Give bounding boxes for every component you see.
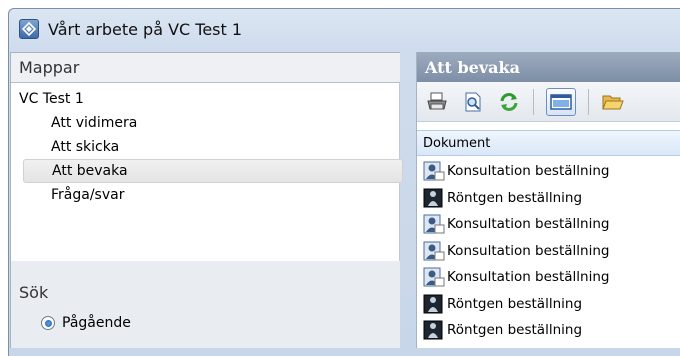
documents-pane: Att bevaka Dokument Konsultation beställ… xyxy=(416,52,680,348)
title-bar[interactable]: Vårt arbete på VC Test 1 xyxy=(9,9,680,49)
toolbar-separator xyxy=(533,88,534,115)
list-item[interactable]: Röntgen beställning xyxy=(417,185,680,212)
tree-item-att-vidimera[interactable]: Att vidimera xyxy=(51,111,137,135)
window-title: Vårt arbete på VC Test 1 xyxy=(48,19,243,39)
tree-item-att-skicka[interactable]: Att skicka xyxy=(51,135,119,159)
consultation-doc-icon xyxy=(423,241,445,261)
document-list: Konsultation beställning Röntgen beställ… xyxy=(417,156,680,344)
document-label: Röntgen beställning xyxy=(447,322,583,339)
list-item[interactable]: Röntgen beställning xyxy=(417,291,680,318)
list-item[interactable]: Konsultation beställning xyxy=(417,238,680,265)
list-item[interactable]: Konsultation beställning xyxy=(417,158,680,185)
open-folder-icon[interactable] xyxy=(601,90,625,114)
app-diamond-icon xyxy=(19,19,39,39)
xray-doc-icon xyxy=(423,188,443,208)
tree-item-root[interactable]: VC Test 1 xyxy=(19,87,84,111)
document-label: Konsultation beställning xyxy=(447,242,610,259)
list-item[interactable]: Röntgen beställning xyxy=(417,317,680,344)
column-header-dokument[interactable]: Dokument xyxy=(417,130,680,156)
consultation-doc-icon xyxy=(423,161,445,181)
list-item[interactable]: Konsultation beställning xyxy=(417,264,680,291)
toolbar-separator xyxy=(588,88,589,115)
view-pane-icon[interactable] xyxy=(546,87,576,116)
xray-doc-icon xyxy=(423,320,443,340)
preview-icon[interactable] xyxy=(461,90,485,114)
documents-header: Att bevaka xyxy=(417,52,680,82)
radio-label: Pågående xyxy=(62,315,131,331)
xray-doc-icon xyxy=(423,294,443,314)
radio-ongoing[interactable]: Pågående xyxy=(41,315,131,331)
tree-item-att-bevaka[interactable]: Att bevaka xyxy=(23,159,403,183)
print-icon[interactable] xyxy=(425,90,449,114)
radio-checked-dot xyxy=(44,319,52,327)
document-label: Röntgen beställning xyxy=(447,295,583,312)
folder-tree: VC Test 1 Att vidimera Att skicka Att be… xyxy=(11,83,403,261)
folders-pane: Mappar VC Test 1 Att vidimera Att skicka… xyxy=(10,52,403,348)
document-label: Konsultation beställning xyxy=(447,269,610,286)
document-label: Konsultation beställning xyxy=(447,216,610,233)
documents-toolbar xyxy=(417,82,680,122)
consultation-doc-icon xyxy=(423,267,445,287)
refresh-icon[interactable] xyxy=(497,90,521,114)
tree-item-fraga-svar[interactable]: Fråga/svar xyxy=(51,183,124,207)
radio-button[interactable] xyxy=(41,316,55,330)
search-header: Sök xyxy=(19,283,49,302)
document-label: Konsultation beställning xyxy=(447,163,610,180)
consultation-doc-icon xyxy=(423,214,445,234)
folders-header: Mappar xyxy=(11,53,400,83)
list-item[interactable]: Konsultation beställning xyxy=(417,211,680,238)
document-label: Röntgen beställning xyxy=(447,189,583,206)
